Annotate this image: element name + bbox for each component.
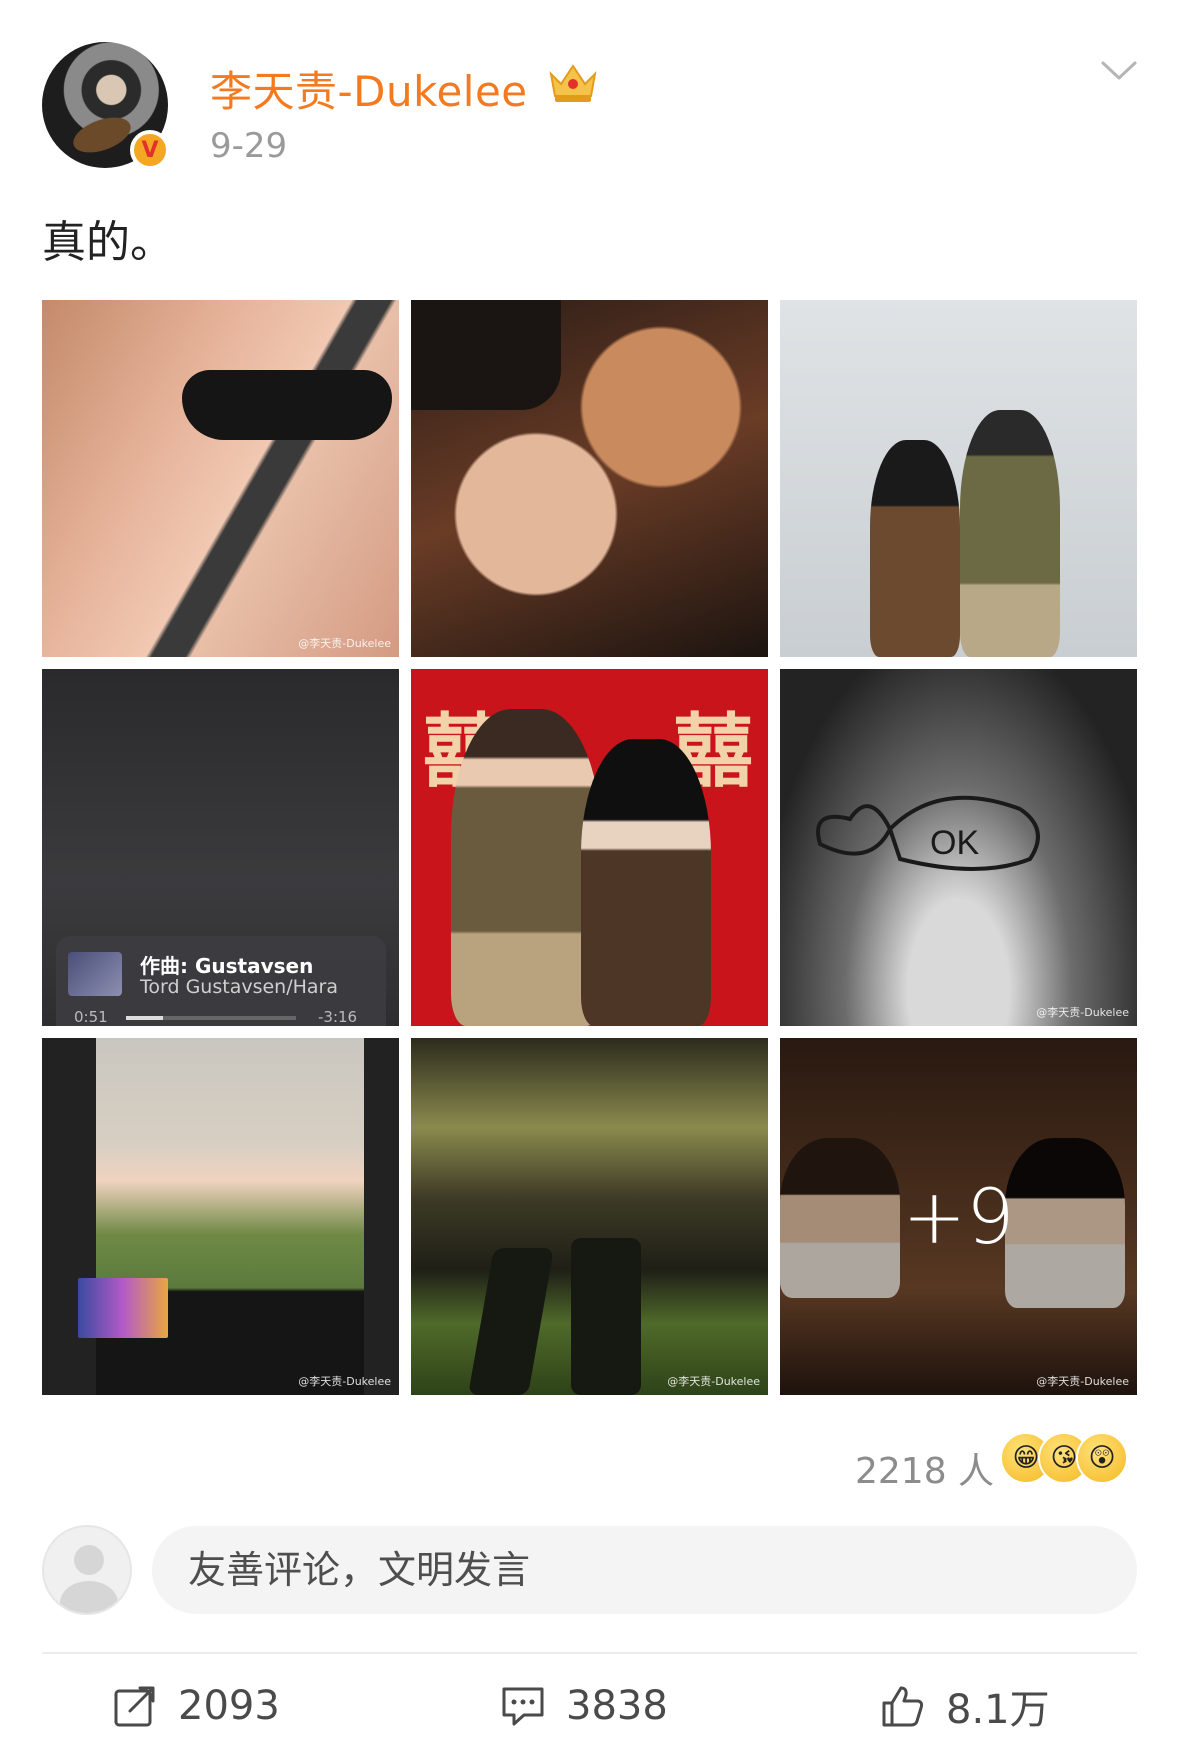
album-thumbnail — [68, 952, 122, 996]
photo-6[interactable]: OK @李天责-Dukelee — [780, 669, 1137, 1026]
photo-1[interactable]: @李天责-Dukelee — [42, 300, 399, 657]
like-count: 8.1万 — [946, 1687, 1050, 1733]
music-remaining: -3:16 — [318, 1008, 358, 1026]
crown-icon — [549, 64, 597, 102]
photo-watermark: @李天责-Dukelee — [1036, 1375, 1129, 1388]
shadow-right — [571, 1238, 641, 1395]
photo-4[interactable]: 作曲: Gustavsen Tord Gustavsen/Hara 0:51 -… — [42, 669, 399, 1026]
chevron-down-icon[interactable] — [1100, 60, 1138, 82]
more-photos-overlay[interactable]: +9 — [780, 1038, 1137, 1395]
reaction-count[interactable]: 2218 人 — [855, 1442, 994, 1494]
music-elapsed: 0:51 — [74, 1008, 108, 1026]
post-timestamp: 9-29 — [210, 126, 288, 166]
photo-8[interactable]: @李天责-Dukelee — [411, 1038, 768, 1395]
svg-text:OK: OK — [930, 824, 979, 862]
thumbs-up-icon — [882, 1686, 924, 1727]
photo-watermark: @李天责-Dukelee — [298, 637, 391, 650]
window-frame-right — [364, 1038, 399, 1395]
photo-3[interactable] — [780, 300, 1137, 657]
comment-icon — [502, 1687, 544, 1726]
music-progress-bar[interactable] — [126, 1016, 296, 1020]
music-title: 作曲: Gustavsen — [140, 954, 314, 978]
share-icon — [114, 1686, 155, 1727]
avatar-guitar — [68, 110, 136, 160]
photo-5[interactable]: 囍 囍 — [411, 669, 768, 1026]
weibo-post: V 李天责-Dukelee 9-29 真的。 @李天责-Dukelee 作曲: … — [0, 0, 1179, 1760]
comment-count: 3838 — [566, 1683, 668, 1729]
photo-grid: @李天责-Dukelee 作曲: Gustavsen Tord Gustavse… — [42, 300, 1137, 1395]
post-text: 真的。 — [42, 217, 174, 268]
surprised-icon: 😲 — [1076, 1432, 1128, 1484]
commenter-avatar — [42, 1525, 132, 1615]
hair-shape — [411, 300, 561, 410]
figure-right — [960, 410, 1060, 657]
share-button[interactable]: 2093 — [112, 1676, 280, 1736]
figure-bride — [581, 739, 711, 1026]
shadow-left — [468, 1248, 554, 1395]
figure-groom — [451, 709, 601, 1026]
music-artist: Tord Gustavsen/Hara — [140, 976, 338, 998]
window-frame-left — [42, 1038, 96, 1395]
comment-input[interactable] — [152, 1526, 1137, 1614]
share-count: 2093 — [178, 1683, 280, 1729]
more-photos-count: +9 — [902, 1172, 1015, 1261]
comment-button[interactable]: 3838 — [500, 1676, 668, 1736]
username[interactable]: 李天责-Dukelee — [210, 58, 528, 119]
ok-doodle: OK — [816, 795, 1040, 871]
sunglasses-shape — [182, 370, 392, 440]
photo-watermark: @李天责-Dukelee — [1036, 1006, 1129, 1019]
photo-7[interactable]: @李天责-Dukelee — [42, 1038, 399, 1395]
photo-9[interactable]: +9 @李天责-Dukelee — [780, 1038, 1137, 1395]
music-player-card[interactable]: 作曲: Gustavsen Tord Gustavsen/Hara 0:51 -… — [56, 936, 386, 1026]
verified-badge: V — [130, 130, 170, 170]
divider — [42, 1652, 1137, 1654]
photo-watermark: @李天责-Dukelee — [667, 1375, 760, 1388]
like-button[interactable]: 8.1万 — [880, 1676, 1050, 1736]
figure-left — [870, 440, 960, 657]
music-progress-fill — [126, 1016, 164, 1020]
photo-watermark: @李天责-Dukelee — [298, 1375, 391, 1388]
photo-2[interactable] — [411, 300, 768, 657]
monitor-shape — [78, 1278, 168, 1338]
